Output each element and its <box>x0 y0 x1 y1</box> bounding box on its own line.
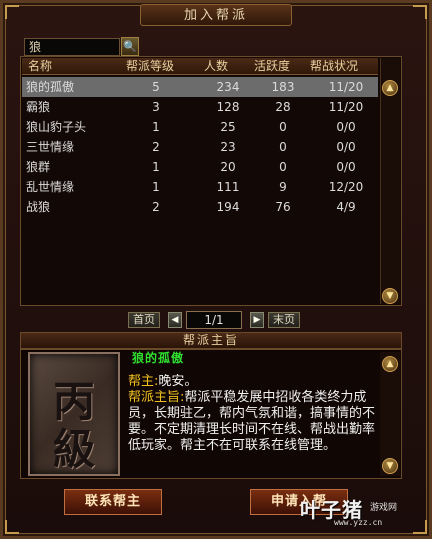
row-members: 25 <box>220 120 236 134</box>
guild-name: 狼的孤傲 <box>132 351 185 365</box>
contact-leader-button[interactable]: 联系帮主 <box>64 489 162 515</box>
row-activity: 0 <box>279 160 287 174</box>
search-icon[interactable]: 🔍 <box>121 37 139 56</box>
row-name: 霸狼 <box>26 100 51 114</box>
frame-corner <box>5 520 19 534</box>
scroll-up-icon[interactable]: ▲ <box>382 80 398 96</box>
table-row[interactable]: 狼山豹子头 1 25 0 0/0 <box>22 117 378 137</box>
row-members: 20 <box>220 160 236 174</box>
frame-corner <box>5 5 19 19</box>
first-page-button[interactable]: 首页 <box>128 312 160 328</box>
window-title: 加入帮派 <box>140 4 292 26</box>
scroll-down-icon[interactable]: ▼ <box>382 458 398 474</box>
row-level: 5 <box>152 80 160 94</box>
col-war-header: 帮战状况 <box>310 59 359 73</box>
tenet-label: 帮派主旨: <box>128 390 185 405</box>
row-name: 狼群 <box>26 160 51 174</box>
table-row[interactable]: 狼的孤傲 5 234 183 11/20 <box>22 77 378 97</box>
row-members: 111 <box>216 180 240 194</box>
row-name: 三世情缘 <box>26 140 75 154</box>
section-title: 帮派主旨 <box>20 332 402 349</box>
row-level: 1 <box>152 180 160 194</box>
leader-label: 帮主: <box>128 374 159 389</box>
row-level: 3 <box>152 100 160 114</box>
row-war: 4/9 <box>336 200 356 214</box>
emblem-char: 級 <box>52 425 95 474</box>
guild-emblem-icon: 丙 級 <box>28 352 120 476</box>
row-members: 234 <box>216 80 240 94</box>
row-activity: 0 <box>279 140 287 154</box>
row-activity: 76 <box>275 200 291 214</box>
col-level-header: 帮派等级 <box>126 59 175 73</box>
watermark-url: www.yzz.cn <box>334 518 383 527</box>
search-input[interactable]: 狼 <box>24 38 120 56</box>
row-name: 狼的孤傲 <box>26 80 75 94</box>
next-page-icon[interactable]: ▶ <box>250 312 264 328</box>
row-activity: 0 <box>279 120 287 134</box>
scroll-down-icon[interactable]: ▼ <box>382 288 398 304</box>
last-page-button[interactable]: 末页 <box>268 312 300 328</box>
row-level: 1 <box>152 160 160 174</box>
row-war: 11/20 <box>328 100 364 114</box>
row-members: 194 <box>216 200 240 214</box>
table-header: 名称 帮派等级 人数 活跃度 帮战状况 <box>22 58 378 75</box>
row-level: 1 <box>152 120 160 134</box>
row-name: 狼山豹子头 <box>26 120 87 134</box>
row-war: 12/20 <box>328 180 364 194</box>
table-row[interactable]: 战狼 2 194 76 4/9 <box>22 197 378 217</box>
table-row[interactable]: 三世情缘 2 23 0 0/0 <box>22 137 378 157</box>
row-members: 23 <box>220 140 236 154</box>
table-row[interactable]: 霸狼 3 128 28 11/20 <box>22 97 378 117</box>
row-members: 128 <box>216 100 240 114</box>
row-level: 2 <box>152 200 160 214</box>
row-war: 11/20 <box>328 80 364 94</box>
leader-name: 晚安。 <box>158 374 198 389</box>
frame-corner <box>413 5 427 19</box>
row-level: 2 <box>152 140 160 154</box>
row-war: 0/0 <box>336 160 356 174</box>
row-activity: 183 <box>271 80 295 94</box>
table-row[interactable]: 狼群 1 20 0 0/0 <box>22 157 378 177</box>
row-war: 0/0 <box>336 140 356 154</box>
col-activity-header: 活跃度 <box>254 59 291 73</box>
watermark: 叶子猪 游戏网 www.yzz.cn <box>300 494 430 534</box>
row-war: 0/0 <box>336 120 356 134</box>
row-name: 乱世情缘 <box>26 180 75 194</box>
row-activity: 9 <box>279 180 287 194</box>
col-name-header: 名称 <box>28 59 53 73</box>
watermark-sub: 游戏网 <box>370 503 398 513</box>
row-name: 战狼 <box>26 200 51 214</box>
col-members-header: 人数 <box>204 59 229 73</box>
guild-description: 帮主:晚安。 帮派主旨:帮派平稳发展中招收各类终力成员，长期驻乙，帮内气氛和谐，… <box>128 374 378 476</box>
table-row[interactable]: 乱世情缘 1 111 9 12/20 <box>22 177 378 197</box>
scroll-up-icon[interactable]: ▲ <box>382 356 398 372</box>
page-indicator: 1/1 <box>186 311 242 329</box>
prev-page-icon[interactable]: ◀ <box>168 312 182 328</box>
row-activity: 28 <box>275 100 291 114</box>
